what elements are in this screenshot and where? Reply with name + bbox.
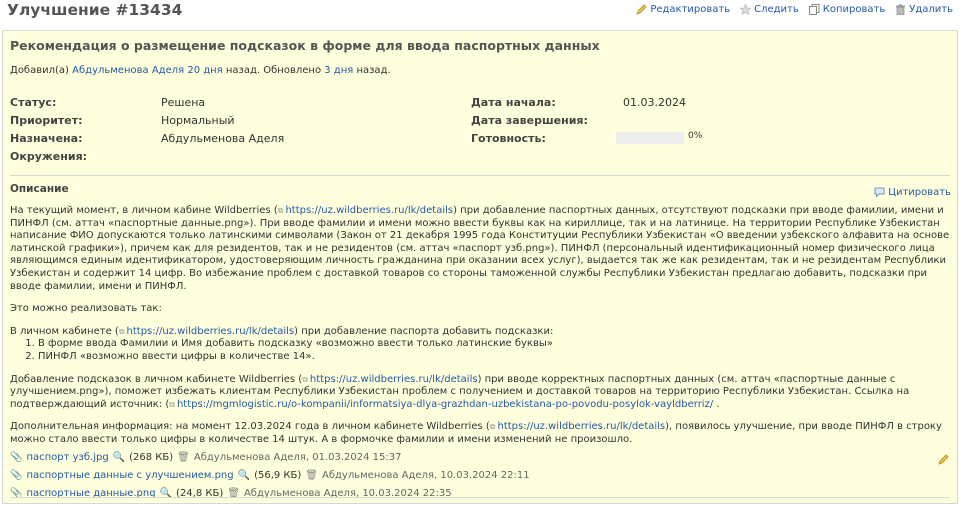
- list-item: В форме ввода Фамилии и Имя добавить под…: [38, 338, 950, 351]
- list-item: ПИНФЛ «возможно ввести цифры в количеств…: [38, 351, 950, 364]
- divider: [10, 175, 950, 176]
- attachment-size: (56,9 КБ): [254, 470, 302, 481]
- attachment-item: 📎 паспортные данные.png 🔍 (24,8 КБ) 🗑 Аб…: [10, 485, 530, 503]
- paperclip-icon: 📎: [10, 470, 23, 481]
- source-link[interactable]: https://mgmlogistic.ru/o-kompanii/inform…: [169, 399, 713, 410]
- edit-button[interactable]: Редактировать: [636, 4, 730, 15]
- trash-icon[interactable]: 🗑: [227, 485, 240, 503]
- quote-label: Цитировать: [888, 187, 951, 198]
- trash-icon: [895, 4, 906, 15]
- magnifier-icon[interactable]: 🔍: [160, 485, 172, 503]
- attachment-link[interactable]: паспорт узб.jpg: [26, 449, 108, 467]
- trash-icon[interactable]: 🗑: [177, 449, 190, 467]
- attachment-item: 📎 паспортные данные с улучшением.png 🔍 (…: [10, 467, 530, 485]
- text: На текущий момент, в личном кабине Wildb…: [10, 205, 278, 216]
- paperclip-icon: 📎: [10, 452, 23, 463]
- edit-attachments-button[interactable]: [938, 454, 949, 468]
- attachments-list: 📎 паспорт узб.jpg 🔍 (268 КБ) 🗑 Абдульмен…: [10, 449, 530, 503]
- issue-header: Улучшение #13434 Редактировать Следить К…: [7, 0, 957, 26]
- environments-label: Окружения:: [10, 150, 88, 163]
- attachment-link[interactable]: паспортные данные с улучшением.png: [26, 467, 233, 485]
- text: В личном кабинете (: [10, 325, 119, 337]
- star-icon: [739, 3, 752, 15]
- copy-icon: [808, 4, 820, 15]
- quote-button[interactable]: Цитировать: [874, 187, 951, 198]
- start-date-label: Дата начала:: [471, 96, 556, 109]
- copy-button[interactable]: Копировать: [808, 4, 886, 15]
- status-label: Статус:: [10, 96, 57, 109]
- issue-subject: Рекомендация о размещение подсказок в фо…: [10, 38, 600, 53]
- attachment-size: (24,8 КБ): [176, 488, 224, 499]
- description-paragraph: Дополнительная информация: на момент 12.…: [10, 421, 950, 446]
- details-link[interactable]: https://uz.wildberries.ru/lk/details: [119, 326, 294, 337]
- priority-value: Нормальный: [161, 114, 235, 127]
- suggestion-list: В форме ввода Фамилии и Имя добавить под…: [10, 338, 950, 363]
- comment-icon: [874, 187, 885, 198]
- assigned-link[interactable]: Абдульменова Аделя: [161, 132, 284, 145]
- pencil-icon: [938, 454, 949, 465]
- attachment-meta: Абдульменова Аделя, 10.03.2024 22:11: [322, 470, 530, 481]
- start-date-value: 01.03.2024: [623, 96, 686, 109]
- watch-label: Следить: [754, 4, 799, 15]
- status-value: Решена: [161, 96, 206, 109]
- author-prefix: Добавил(а): [10, 65, 69, 76]
- author-link[interactable]: Абдульменова Аделя: [72, 65, 184, 76]
- details-link[interactable]: https://uz.wildberries.ru/lk/details: [302, 374, 477, 385]
- progress-percent: 0%: [688, 131, 703, 141]
- progress-bar: [616, 132, 684, 144]
- details-link[interactable]: https://uz.wildberries.ru/lk/details: [278, 205, 453, 216]
- description-paragraph: Это можно реализовать так:: [10, 303, 162, 315]
- description-body: На текущий момент, в личном кабине Wildb…: [10, 205, 950, 457]
- text: Дополнительная информация: на момент 12.…: [10, 421, 490, 433]
- text: .: [716, 398, 720, 410]
- attachment-meta: Абдульменова Аделя, 01.03.2024 15:37: [193, 452, 402, 463]
- watch-button[interactable]: Следить: [739, 3, 799, 15]
- text: ) при добавление паспортных данных, отсу…: [10, 205, 950, 292]
- delete-button[interactable]: Удалить: [895, 4, 953, 15]
- copy-label: Копировать: [822, 4, 886, 15]
- updated-ago-link[interactable]: 3 дня: [324, 65, 353, 76]
- trash-icon[interactable]: 🗑: [305, 467, 318, 485]
- updated-suffix: назад.: [356, 65, 391, 76]
- attachment-link[interactable]: паспортные данные.png: [26, 485, 155, 503]
- created-suffix: назад. Обновлено: [225, 65, 322, 76]
- divider: [10, 497, 950, 498]
- due-date-label: Дата завершения:: [471, 114, 588, 127]
- issue-actions: Редактировать Следить Копировать Удалить: [636, 3, 953, 15]
- page-title: Улучшение #13434: [7, 1, 183, 19]
- created-ago-link[interactable]: 20 дня: [187, 65, 222, 76]
- description-heading: Описание: [10, 183, 69, 195]
- description-paragraph: В личном кабинете (https://uz.wildberrie…: [10, 326, 950, 339]
- edit-label: Редактировать: [650, 4, 731, 15]
- magnifier-icon[interactable]: 🔍: [238, 467, 250, 485]
- issue-panel: Рекомендация о размещение подсказок в фо…: [2, 30, 958, 504]
- description-paragraph: Добавление подсказок в личном кабинете W…: [10, 374, 950, 412]
- done-ratio-label: Готовность:: [471, 132, 546, 145]
- issue-author-line: Добавил(а) Абдульменова Аделя 20 дня наз…: [10, 65, 391, 76]
- assigned-label: Назначена:: [10, 132, 83, 145]
- attachment-size: (268 КБ): [129, 452, 174, 463]
- text: ) при добавление паспорта добавить подск…: [294, 325, 554, 337]
- details-link[interactable]: https://uz.wildberries.ru/lk/details: [490, 421, 665, 432]
- attachment-item: 📎 паспорт узб.jpg 🔍 (268 КБ) 🗑 Абдульмен…: [10, 449, 530, 467]
- magnifier-icon[interactable]: 🔍: [113, 449, 125, 467]
- delete-label: Удалить: [909, 4, 953, 15]
- pencil-icon: [636, 4, 647, 15]
- text: Добавление подсказок в личном кабинете W…: [10, 373, 303, 385]
- description-paragraph: На текущий момент, в личном кабине Wildb…: [10, 205, 950, 293]
- paperclip-icon: 📎: [10, 488, 23, 499]
- priority-label: Приоритет:: [10, 114, 83, 127]
- attachment-meta: Абдульменова Аделя, 10.03.2024 22:35: [243, 488, 452, 499]
